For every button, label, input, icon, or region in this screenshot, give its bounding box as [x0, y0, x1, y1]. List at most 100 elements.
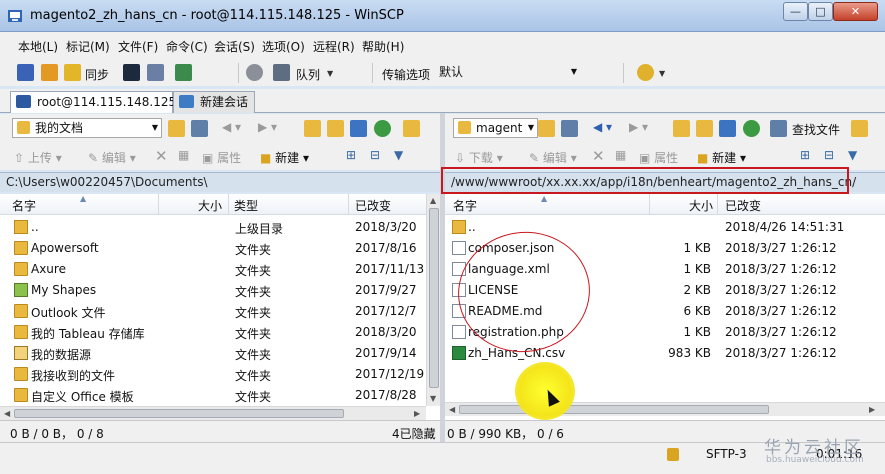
queue-label[interactable]: 队列 [296, 66, 320, 83]
filter-select-icon[interactable]: ▼ [394, 148, 403, 162]
rename-icon[interactable]: ▦ [178, 148, 189, 162]
scroll-right-icon[interactable]: ▶ [869, 405, 875, 414]
home-icon[interactable] [350, 120, 367, 137]
local-col-type[interactable]: 类型 [234, 197, 258, 214]
sync-icon[interactable] [64, 64, 81, 81]
local-hscroll-thumb[interactable] [14, 409, 344, 418]
menu-options[interactable]: 选项(O) [262, 38, 305, 55]
home-icon[interactable] [719, 120, 736, 137]
console-icon[interactable] [123, 64, 140, 81]
panel-splitter[interactable] [440, 113, 445, 442]
download-button[interactable]: ⇩ 下载 ▾ [455, 149, 503, 166]
local-file-row[interactable]: 自定义 Office 模板 文件夹 2017/8/28 [0, 385, 426, 406]
local-file-row[interactable]: My Shapes 文件夹 2017/9/27 [0, 280, 426, 301]
local-file-row[interactable]: 我的数据源 文件夹 2017/9/14 [0, 343, 426, 364]
properties-button[interactable]: ▣ 属性 [639, 149, 678, 166]
edit-button[interactable]: ✎ 编辑 ▾ [529, 149, 577, 166]
menu-mark[interactable]: 标记(M) [66, 38, 110, 55]
transfer-options-select[interactable]: 默认 ▼ [433, 62, 581, 82]
local-file-row[interactable]: .. 上级目录 2018/3/20 [0, 217, 426, 238]
select-all-icon[interactable]: ⊞ [346, 148, 356, 162]
local-col-name[interactable]: 名字 [12, 197, 36, 214]
menu-command[interactable]: 命令(C) [166, 38, 208, 55]
local-file-row[interactable]: Outlook 文件 文件夹 2017/12/7 [0, 301, 426, 322]
local-col-size[interactable]: 大小 [198, 197, 222, 214]
menu-session[interactable]: 会话(S) [214, 38, 255, 55]
gear-icon[interactable] [246, 64, 263, 81]
parent-folder-icon [452, 220, 466, 234]
filter-icon[interactable] [191, 120, 208, 137]
open-folder-icon[interactable] [168, 120, 185, 137]
local-vertical-scrollbar[interactable]: ▲ ▼ [426, 194, 440, 406]
scroll-left-icon[interactable]: ◀ [449, 405, 455, 414]
globe-icon[interactable] [637, 64, 654, 81]
sync-label[interactable]: 同步 [85, 66, 109, 83]
refresh-icon[interactable] [743, 120, 760, 137]
maximize-button[interactable]: □ [808, 2, 833, 21]
local-cell-name: .. [31, 220, 39, 234]
putty-icon[interactable] [147, 64, 164, 81]
root-dir-icon[interactable] [327, 120, 344, 137]
local-path-bar[interactable]: C:\Users\w00220457\Documents\ [0, 172, 440, 192]
new-button[interactable]: ■ 新建 ▾ [260, 149, 309, 166]
local-horizontal-scrollbar[interactable]: ◀ ▶ [0, 406, 426, 420]
remote-col-name[interactable]: 名字 [453, 197, 477, 214]
compare-dirs-icon[interactable] [17, 64, 34, 81]
upload-button[interactable]: ⇧ 上传 ▾ [14, 149, 62, 166]
file-icon [452, 325, 466, 339]
select-all-icon[interactable]: ⊞ [800, 148, 810, 162]
minimize-button[interactable]: — [783, 2, 808, 21]
queue-icon[interactable] [273, 64, 290, 81]
deselect-icon[interactable]: ⊟ [824, 148, 834, 162]
local-vscroll-thumb[interactable] [429, 208, 439, 388]
parent-dir-icon[interactable] [304, 120, 321, 137]
menu-remote[interactable]: 远程(R) [313, 38, 355, 55]
scroll-left-icon[interactable]: ◀ [4, 409, 10, 418]
local-col-changed[interactable]: 已改变 [355, 197, 391, 214]
refresh-icon[interactable] [374, 120, 391, 137]
remote-col-changed[interactable]: 已改变 [725, 197, 761, 214]
scroll-up-icon[interactable]: ▲ [430, 196, 436, 205]
remote-horizontal-scrollbar[interactable]: ◀ ▶ [445, 402, 885, 416]
deselect-icon[interactable]: ⊟ [370, 148, 380, 162]
properties-button[interactable]: ▣ 属性 [202, 149, 241, 166]
back-arrow-icon[interactable]: ◀ ▾ [593, 120, 612, 134]
menu-help[interactable]: 帮助(H) [362, 38, 404, 55]
rename-icon[interactable]: ▦ [615, 148, 626, 162]
filter-icon[interactable] [561, 120, 578, 137]
remote-location-select[interactable]: magent ▼ [453, 118, 538, 138]
edit-button[interactable]: ✎ 编辑 ▾ [88, 149, 136, 166]
local-file-row[interactable]: Axure 文件夹 2017/11/13 [0, 259, 426, 280]
find-files-button[interactable]: 查找文件 [792, 121, 840, 138]
sessions-icon[interactable] [175, 64, 192, 81]
parent-dir-icon[interactable] [673, 120, 690, 137]
local-file-row[interactable]: 我的 Tableau 存储库 文件夹 2018/3/20 [0, 322, 426, 343]
find-icon[interactable] [770, 120, 787, 137]
local-file-row[interactable]: 我接收到的文件 文件夹 2017/12/19 [0, 364, 426, 385]
sync-browse-icon[interactable] [41, 64, 58, 81]
tab-session[interactable]: root@114.115.148.125 [10, 91, 176, 113]
forward-arrow-icon[interactable]: ▶ ▾ [258, 120, 277, 134]
local-file-row[interactable]: Apowersoft 文件夹 2017/8/16 [0, 238, 426, 259]
tab-new-session[interactable]: 新建会话 [173, 91, 255, 113]
delete-icon[interactable]: ✕ [592, 147, 605, 165]
menu-file[interactable]: 文件(F) [118, 38, 158, 55]
tree-icon[interactable] [403, 120, 420, 137]
tree-icon[interactable] [851, 120, 868, 137]
new-button[interactable]: ■ 新建 ▾ [697, 149, 746, 166]
local-location-select[interactable]: 我的文档 ▼ [12, 118, 162, 138]
close-button[interactable]: ✕ [833, 2, 878, 21]
scroll-down-icon[interactable]: ▼ [430, 394, 436, 403]
delete-icon[interactable]: ✕ [155, 147, 168, 165]
remote-hscroll-thumb[interactable] [459, 405, 769, 414]
root-dir-icon[interactable] [696, 120, 713, 137]
forward-arrow-icon[interactable]: ▶ ▾ [629, 120, 648, 134]
open-folder-icon[interactable] [538, 120, 555, 137]
filter-select-icon[interactable]: ▼ [848, 148, 857, 162]
scroll-right-icon[interactable]: ▶ [414, 409, 420, 418]
remote-col-size[interactable]: 大小 [689, 197, 713, 214]
back-arrow-icon[interactable]: ◀ ▾ [222, 120, 241, 134]
menu-local[interactable]: 本地(L) [18, 38, 58, 55]
queue-dropdown-icon[interactable]: ▼ [327, 69, 333, 78]
globe-dropdown-icon[interactable]: ▼ [659, 69, 665, 78]
